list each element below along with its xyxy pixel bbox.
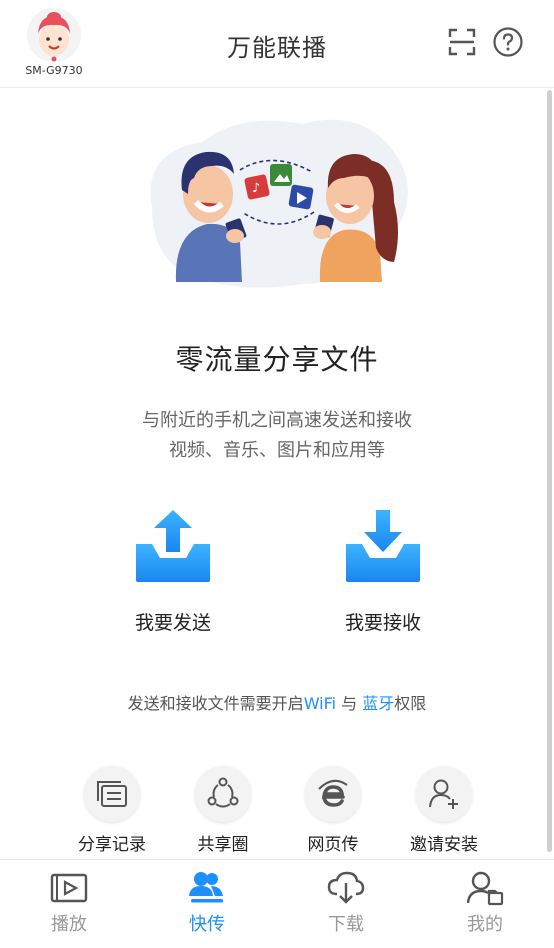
share-circle-icon [207,777,239,808]
invite-install-label: 邀请安装 [410,835,478,855]
app-header: SM-G9730 万能联播 [0,0,554,88]
scan-button[interactable] [446,26,478,58]
receive-label: 我要接收 [344,612,421,634]
bottom-navigation: 播放 快传 下载 我的 [0,859,554,948]
scrollbar[interactable] [547,90,552,852]
nav-tab-download[interactable]: 下载 [296,870,396,936]
hero-subtitle: 与附近的手机之间高速发送和接收 视频、音乐、图片和应用等 [0,406,554,466]
device-name: SM-G9730 [25,64,83,77]
permission-notice: 发送和接收文件需要开启WiFi 与 蓝牙权限 [0,690,554,714]
permission-middle: 与 [336,694,363,713]
invite-install-button[interactable]: 邀请安装 [394,766,494,855]
web-transfer-button[interactable]: 网页传 [283,766,383,855]
share-circle-label: 共享圈 [197,835,249,855]
web-transfer-icon-circle [305,766,361,822]
nav-tab-transfer[interactable]: 快传 [157,870,257,936]
nav-tab-play[interactable]: 播放 [19,870,119,936]
nav-tab-profile[interactable]: 我的 [435,870,535,936]
help-icon [493,27,523,57]
svg-text:♪: ♪ [252,181,260,196]
nav-label-play: 播放 [51,914,87,935]
bluetooth-permission-link[interactable]: 蓝牙 [362,694,394,713]
download-icon [327,871,365,904]
wifi-permission-link[interactable]: WiFi [304,694,336,713]
nav-label-transfer: 快传 [189,914,225,935]
send-button[interactable]: 我要发送 [103,508,243,635]
permission-prefix: 发送和接收文件需要开启 [127,694,304,713]
hero-subtitle-line1: 与附近的手机之间高速发送和接收 [142,410,412,431]
transfer-icon [189,872,223,903]
share-illustration: ♪ [132,112,422,292]
nav-label-download: 下载 [328,914,364,935]
invite-install-icon-circle [416,766,472,822]
share-history-icon-circle [84,766,140,822]
receive-button[interactable]: 我要接收 [313,508,453,635]
permission-suffix: 权限 [394,694,427,713]
help-button[interactable] [492,26,524,58]
hero-subtitle-line2: 视频、音乐、图片和应用等 [169,440,385,461]
share-history-button[interactable]: 分享记录 [62,766,162,855]
hero-title: 零流量分享文件 [175,343,379,376]
share-circle-button[interactable]: 共享圈 [173,766,273,855]
play-icon [50,873,88,903]
history-icon [97,781,127,807]
nav-label-profile: 我的 [467,914,503,935]
web-transfer-label: 网页传 [307,835,359,855]
scan-icon [448,28,476,56]
download-tray-icon [346,510,420,582]
invite-user-icon [429,779,458,809]
web-transfer-icon [318,779,348,807]
profile-icon [466,871,504,906]
share-circle-icon-circle [195,766,251,822]
upload-tray-icon [136,510,210,582]
share-history-label: 分享记录 [78,835,146,855]
send-label: 我要发送 [134,612,211,634]
